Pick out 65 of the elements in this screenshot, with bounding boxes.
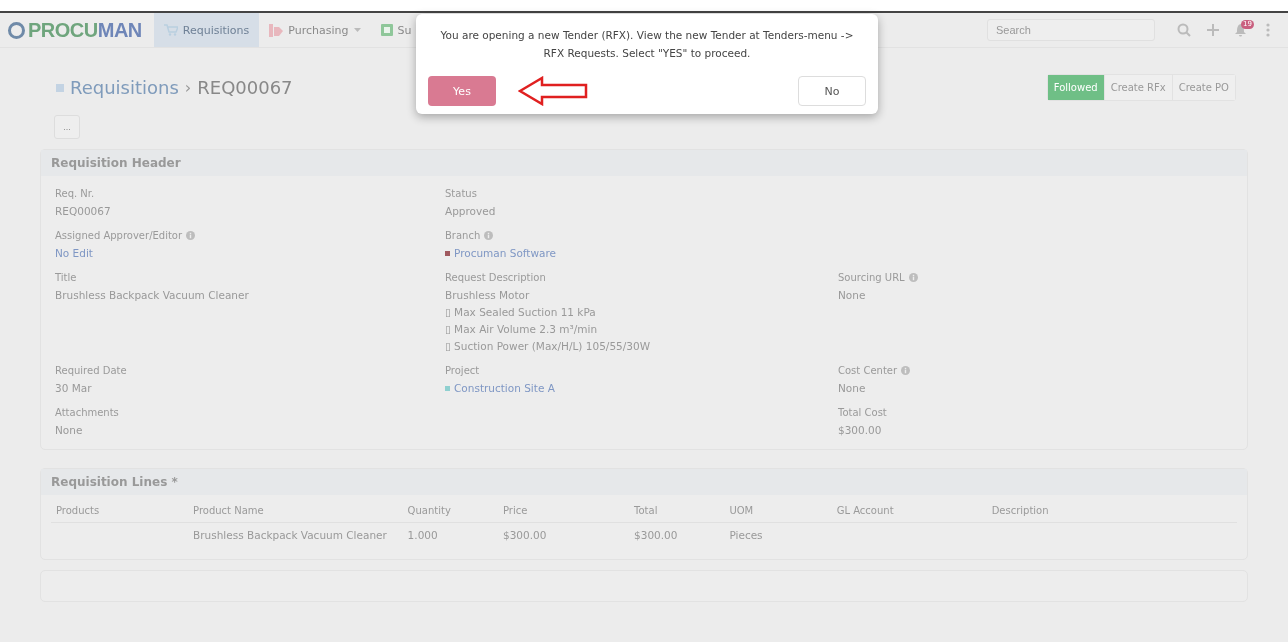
plus-icon[interactable] [1207,24,1219,36]
field-label: Project [445,364,480,376]
table-cell: Brushless Backpack Vacuum Cleaner [193,529,387,541]
field-label: Branch [445,229,481,241]
action-button[interactable]: Create PO [1171,75,1235,100]
column-header: Product Name [193,505,264,516]
column-header: Description [991,505,1049,516]
field-value: None [55,423,83,438]
field-value: None [838,288,866,303]
field-label: Cost Center [838,364,898,376]
field-value: ▯ Suction Power (Max/H/L) 105/55/30W [445,339,651,354]
field-value: REQ00067 [55,204,111,219]
field-value: ▯ Max Air Volume 2.3 m³/min [445,322,599,337]
column-header: Quantity [407,505,451,516]
field-label: Req. Nr. [55,187,95,199]
logo[interactable]: PROCUMAN [0,18,154,42]
field-link[interactable]: Construction Site A [454,380,555,397]
column-header: UOM [729,505,754,516]
field-label: Attachments [55,406,119,418]
field-link[interactable]: Procuman Software [454,245,557,262]
action-button[interactable]: Followed [1047,75,1104,100]
page-title: REQ00067 [197,77,293,98]
more-vertical-icon[interactable] [1266,23,1270,37]
field-value: 30 Mar [55,381,92,396]
search-field[interactable]: Search [987,19,1155,41]
bell-icon[interactable] [1235,23,1246,37]
more-button[interactable]: ... [54,115,80,139]
column-header: GL Account [836,505,894,516]
table-cell: Pieces [729,529,763,541]
tag-icon [269,23,284,37]
caret-icon [353,28,361,32]
field-label: Sourcing URL [838,271,905,283]
field-value: Brushless Backpack Vacuum Cleaner [55,288,249,303]
table-cell: $300.00 [634,529,678,541]
field-label: Title [55,271,77,283]
field-label: Request Description [445,271,546,283]
nav-item[interactable]: Purchasing [259,13,371,47]
arrow-annotation-icon [518,76,588,106]
table-cell: 1.000 [407,529,438,541]
field-link[interactable]: No Edit [55,245,93,262]
list-icon [56,83,64,92]
dialog-message: You are opening a new Tender (RFX). View the new Tender at Tenders-menu -> RFX Requests. Select "YES" to proceed. [439,28,855,61]
section-title: Requisition Lines * [41,469,1247,495]
field-value: $300.00 [838,423,882,438]
column-header: Products [56,505,100,516]
search-icon[interactable] [1177,23,1191,37]
field-label: Assigned Approver/Editor [55,229,183,241]
column-header: Total [634,505,658,516]
field-label: Status [445,187,477,199]
breadcrumb-link[interactable]: Requisitions [70,77,179,98]
field-value: ▯ Max Sealed Suction 11 kPa [445,305,597,320]
field-value: Brushless Motor [445,288,531,303]
column-header: Price [502,505,528,516]
no-button[interactable]: No [798,76,866,106]
breadcrumb-separator: › [184,78,192,97]
nav-item[interactable]: Requisitions [153,13,260,47]
cart-icon [163,24,178,36]
field-value: Approved [445,204,496,219]
field-value: None [838,381,866,396]
table-cell: $300.00 [502,529,547,541]
field-label: Total Cost [838,406,887,418]
section-title: Requisition Header [41,150,1247,176]
document-icon [380,24,393,36]
yes-button[interactable]: Yes [428,76,496,106]
field-label: Required Date [55,364,127,376]
